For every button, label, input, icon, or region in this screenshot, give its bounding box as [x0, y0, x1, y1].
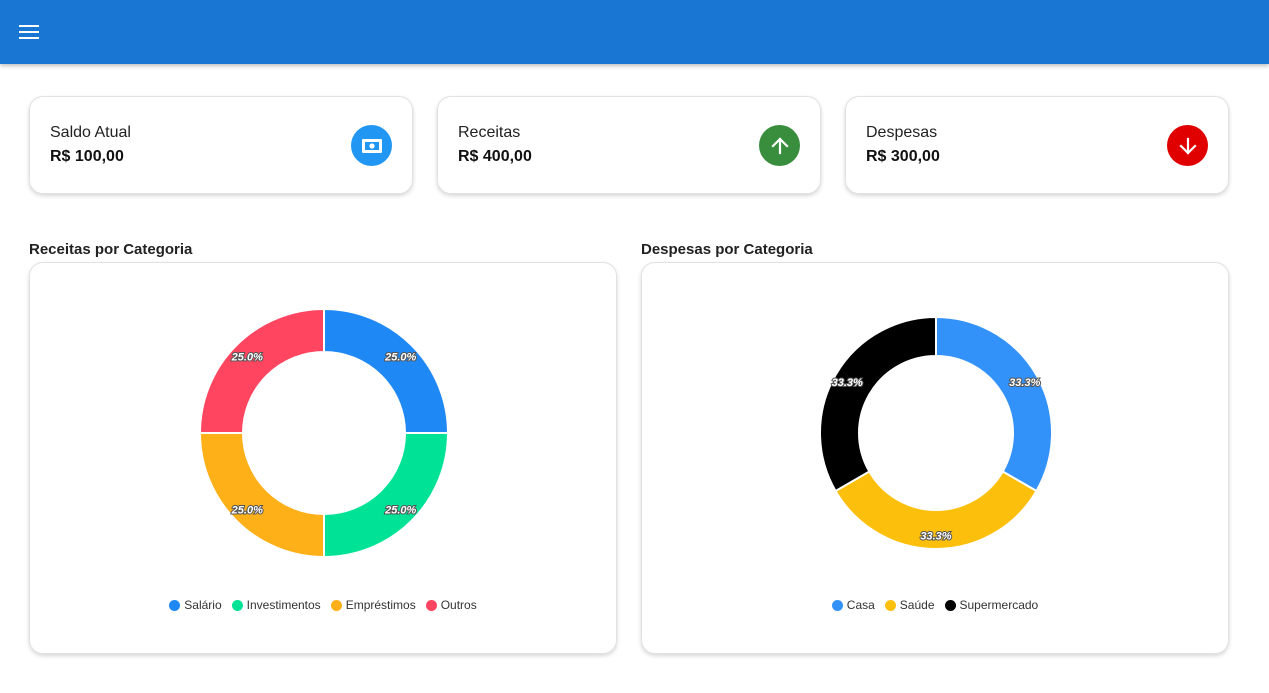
slice-label-saude: 33.3% — [920, 531, 951, 543]
slice-label-investimentos: 25.0% — [384, 505, 416, 517]
legend-marker — [231, 599, 243, 611]
slice-investimentos[interactable] — [323, 432, 450, 559]
slice-supermercado[interactable] — [819, 315, 937, 493]
income-chart-card: 25.0% 25.0% 25.0% 25.0% Salário Investimento… — [29, 262, 617, 654]
slice-label-supermercado: 33.3% — [832, 377, 863, 389]
slice-label-outros: 25.0% — [231, 351, 263, 363]
legend-label: Saúde — [899, 598, 935, 612]
slice-salario[interactable] — [323, 307, 450, 434]
arrow-down-icon — [1167, 125, 1208, 166]
legend-marker — [884, 599, 896, 611]
legend-label: Investimentos — [246, 598, 321, 612]
slice-label-emprestimos: 25.0% — [231, 505, 263, 517]
app-bar — [0, 0, 1269, 64]
legend-item-casa[interactable]: Casa — [831, 598, 875, 612]
slice-label-salario: 25.0% — [384, 351, 416, 363]
slice-label-casa: 33.3% — [1009, 377, 1040, 389]
menu-button[interactable] — [14, 16, 44, 48]
legend-item-salario[interactable]: Salário — [169, 598, 222, 612]
income-chart-title: Receitas por Categoria — [29, 241, 193, 258]
expense-donut-chart: 33.3% 33.3% 33.3% — [819, 315, 1053, 550]
slice-casa[interactable] — [935, 315, 1053, 493]
expense-card: Despesas R$ 300,00 — [845, 96, 1229, 194]
legend-item-saude[interactable]: Saúde — [884, 598, 935, 612]
arrow-up-icon — [759, 125, 800, 166]
income-card: Receitas R$ 400,00 — [437, 96, 821, 194]
legend-marker — [425, 599, 437, 611]
balance-value: R$ 100,00 — [50, 148, 124, 165]
balance-card: Saldo Atual R$ 100,00 — [29, 96, 413, 194]
legend-marker — [831, 599, 843, 611]
expense-chart-title: Despesas por Categoria — [641, 241, 813, 258]
expense-chart-card: 33.3% 33.3% 33.3% Casa Saúde Supermercado — [641, 262, 1229, 654]
income-value: R$ 400,00 — [458, 148, 532, 165]
legend-item-emprestimos[interactable]: Empréstimos — [330, 598, 416, 612]
legend-label: Casa — [846, 598, 875, 612]
legend-marker — [330, 599, 342, 611]
slice-emprestimos[interactable] — [198, 432, 325, 559]
legend-item-outros[interactable]: Outros — [425, 598, 477, 612]
balance-title: Saldo Atual — [50, 124, 131, 141]
income-title: Receitas — [458, 124, 521, 141]
income-donut-chart: 25.0% 25.0% 25.0% 25.0% — [198, 307, 450, 559]
legend-label: Salário — [184, 598, 222, 612]
legend-label: Supermercado — [959, 598, 1039, 612]
expense-title: Despesas — [866, 124, 938, 141]
legend-label: Outros — [440, 598, 477, 612]
legend-marker — [169, 599, 181, 611]
legend-item-investimentos[interactable]: Investimentos — [231, 598, 321, 612]
menu-icon — [19, 25, 39, 39]
money-icon — [351, 125, 392, 166]
legend-label: Empréstimos — [345, 598, 416, 612]
expense-chart-legend: Casa Saúde Supermercado — [642, 598, 1228, 612]
legend-item-supermercado[interactable]: Supermercado — [944, 598, 1039, 612]
legend-marker — [944, 599, 956, 611]
expense-value: R$ 300,00 — [866, 148, 940, 165]
slice-outros[interactable] — [198, 307, 325, 434]
income-chart-legend: Salário Investimentos Empréstimos Outros — [30, 598, 616, 612]
